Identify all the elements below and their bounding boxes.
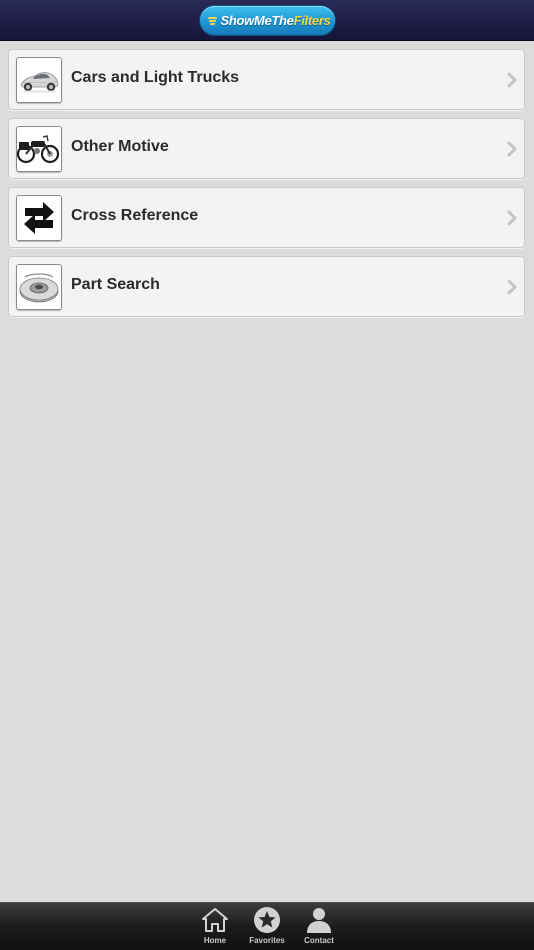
menu-item-other-motive[interactable]: Other Motive: [8, 118, 525, 179]
swap-arrows-icon: [16, 195, 62, 241]
logo-speed-lines-icon: [208, 16, 218, 26]
tab-home[interactable]: Home: [189, 906, 241, 948]
home-icon: [202, 908, 228, 932]
brake-disc-icon: [16, 264, 62, 310]
motorcycle-icon: [16, 126, 62, 172]
car-icon: [16, 57, 62, 103]
logo-text: ShowMeTheFilters: [220, 13, 330, 28]
star-icon: [254, 907, 280, 933]
tab-favorites[interactable]: Favorites: [241, 906, 293, 948]
chevron-right-icon: [507, 141, 517, 157]
logo-text-accent: Filters: [293, 13, 331, 28]
menu-item-label: Part Search: [71, 276, 160, 293]
chevron-right-icon: [507, 279, 517, 295]
person-icon: [307, 908, 331, 933]
tab-contact-label: Contact: [304, 936, 334, 945]
menu-item-label: Other Motive: [71, 138, 169, 155]
menu-item-label: Cross Reference: [71, 207, 199, 224]
menu-item-label: Cars and Light Trucks: [71, 69, 240, 86]
tab-favorites-label: Favorites: [249, 936, 285, 945]
app-header: ShowMeTheFilters: [0, 0, 534, 41]
chevron-right-icon: [507, 72, 517, 88]
menu-item-cross-reference[interactable]: Cross Reference: [8, 187, 525, 248]
chevron-right-icon: [507, 210, 517, 226]
logo-text-prefix: ShowMeThe: [220, 13, 294, 28]
tab-contact[interactable]: Contact: [293, 906, 345, 948]
bottom-tab-bar: Home Favorites Contact: [0, 902, 534, 950]
menu-item-cars-light-trucks[interactable]: Cars and Light Trucks: [8, 49, 525, 110]
menu-item-part-search[interactable]: Part Search: [8, 256, 525, 317]
brand-logo[interactable]: ShowMeTheFilters: [200, 6, 335, 35]
tab-home-label: Home: [203, 936, 227, 945]
